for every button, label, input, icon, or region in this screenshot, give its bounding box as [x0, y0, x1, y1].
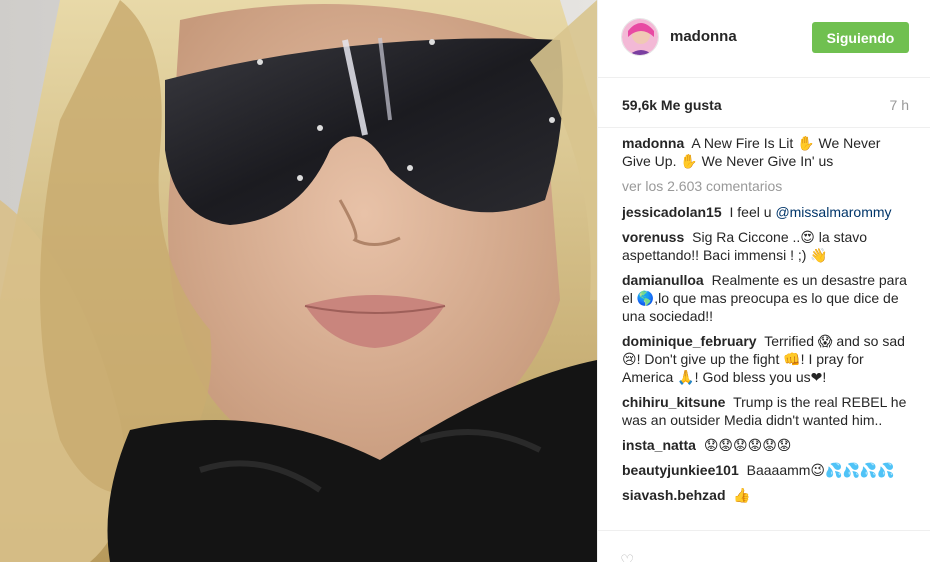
comment-item: beautyjunkiee101 Baaaamm😉💦💦💦💦	[622, 461, 912, 479]
comment-item: insta_natta 😟😟😟😟😟😟	[622, 436, 912, 454]
comment-username[interactable]: chihiru_kitsune	[622, 394, 725, 410]
like-heart-icon[interactable]: ♡	[620, 551, 634, 562]
comment-item: chihiru_kitsune Trump is the real REBEL …	[622, 393, 912, 429]
comment-item: siavash.behzad 👍	[622, 486, 912, 504]
comment-text: I feel u	[729, 204, 772, 220]
comment-username[interactable]: jessicadolan15	[622, 204, 722, 220]
post-side-panel: madonna Siguiendo 59,6k Me gusta 7 h mad…	[597, 0, 930, 562]
comment-text: 👍	[733, 487, 751, 503]
comment-item: vorenuss Sig Ra Ciccone ..😍 la stavo asp…	[622, 228, 912, 264]
comment-text: Baaaamm😉💦💦💦💦	[746, 462, 895, 478]
comment-username[interactable]: damianulloa	[622, 272, 704, 288]
comment-item: damianulloa Realmente es un desastre par…	[622, 271, 912, 325]
avatar-image	[622, 19, 658, 55]
post-header: madonna Siguiendo	[598, 0, 930, 78]
post-photo-illustration	[0, 0, 597, 562]
comments-list: madonna A New Fire Is Lit ✋ We Never Giv…	[622, 134, 912, 511]
comment-username[interactable]: dominique_february	[622, 333, 757, 349]
caption-username[interactable]: madonna	[622, 135, 684, 151]
comment-item: dominique_february Terrified 😱 and so sa…	[622, 332, 912, 386]
post-photo[interactable]	[0, 0, 597, 562]
caption: madonna A New Fire Is Lit ✋ We Never Giv…	[622, 134, 912, 170]
comment-username[interactable]: insta_natta	[622, 437, 696, 453]
likes-count[interactable]: 59,6k Me gusta	[622, 97, 722, 113]
post-author-username[interactable]: madonna	[670, 28, 737, 45]
comment-username[interactable]: vorenuss	[622, 229, 684, 245]
post-stats: 59,6k Me gusta 7 h	[598, 78, 930, 128]
comment-item: jessicadolan15 I feel u @missalmarommy	[622, 203, 912, 221]
comment-username[interactable]: siavash.behzad	[622, 487, 726, 503]
comment-text: 😟😟😟😟😟😟	[703, 437, 792, 453]
post-timestamp[interactable]: 7 h	[890, 97, 909, 113]
comment-username[interactable]: beautyjunkiee101	[622, 462, 739, 478]
post-actions-bar: ♡	[598, 530, 930, 562]
view-all-comments-link[interactable]: ver los 2.603 comentarios	[622, 177, 912, 195]
following-button[interactable]: Siguiendo	[812, 22, 909, 53]
comment-mention[interactable]: @missalmarommy	[775, 204, 891, 220]
avatar[interactable]	[621, 18, 659, 56]
